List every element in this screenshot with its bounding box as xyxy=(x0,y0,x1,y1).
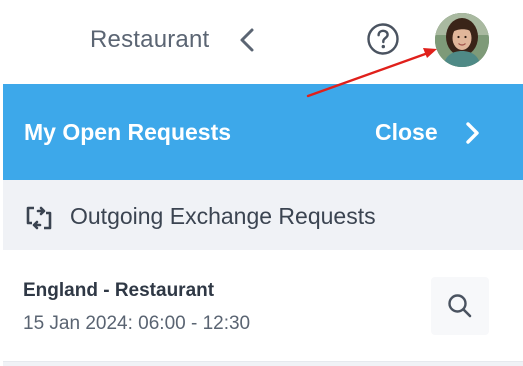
exchange-arrows-icon xyxy=(23,202,55,234)
search-button[interactable] xyxy=(431,277,489,335)
top-bar: Restaurant xyxy=(0,0,523,84)
list-footer-gap xyxy=(3,362,523,366)
search-icon xyxy=(448,294,472,318)
panel-heading: My Open Requests xyxy=(24,119,232,145)
page-title: Restaurant xyxy=(90,26,210,53)
chevron-left-icon[interactable] xyxy=(236,27,258,53)
request-row[interactable]: England - Restaurant 15 Jan 2024: 06:00 … xyxy=(3,250,523,362)
close-button[interactable]: Close xyxy=(375,114,493,152)
section-header: Outgoing Exchange Requests xyxy=(3,180,523,250)
close-label: Close xyxy=(375,119,438,145)
open-requests-header: My Open Requests Close xyxy=(3,84,523,180)
section-title: Outgoing Exchange Requests xyxy=(70,203,376,229)
request-title: England - Restaurant xyxy=(23,280,215,301)
user-avatar[interactable] xyxy=(435,13,489,67)
request-datetime: 15 Jan 2024: 06:00 - 12:30 xyxy=(23,313,251,334)
chevron-right-icon xyxy=(463,120,481,146)
question-circle-icon[interactable] xyxy=(366,22,400,56)
